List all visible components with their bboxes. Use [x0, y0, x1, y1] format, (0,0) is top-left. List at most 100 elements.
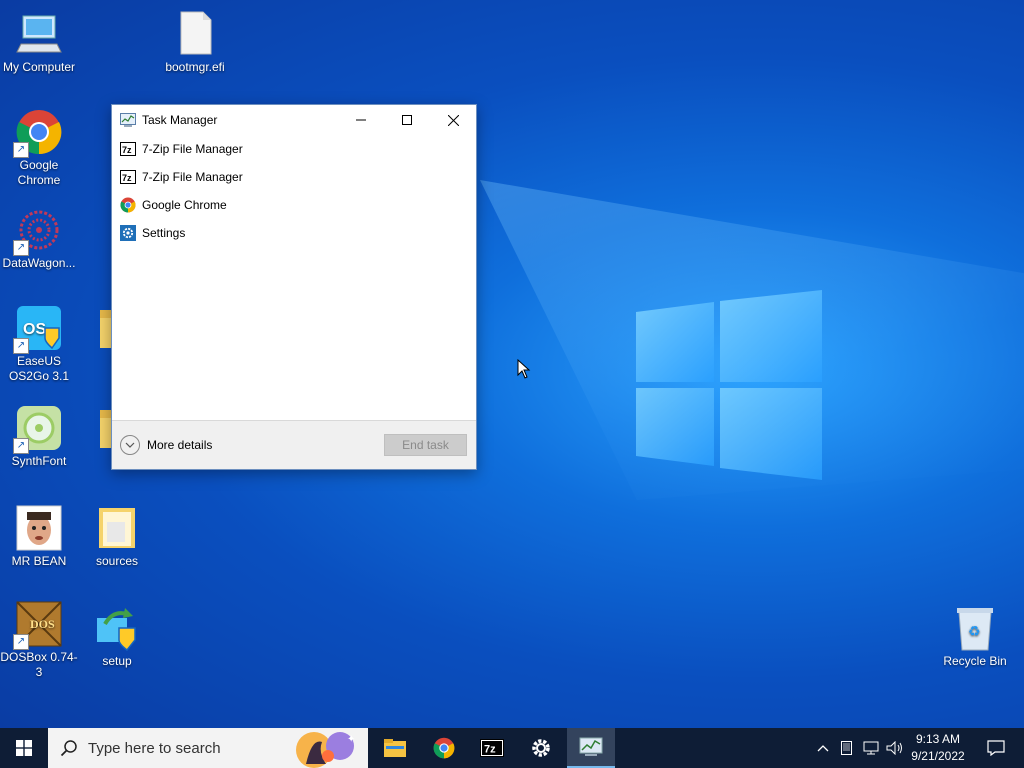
- settings-icon: [532, 739, 550, 757]
- desktop-icon-recycle-bin[interactable]: ♻ Recycle Bin: [936, 604, 1014, 669]
- end-task-button[interactable]: End task: [384, 434, 467, 456]
- svg-text:DOS: DOS: [30, 617, 55, 631]
- datawagon-icon: ↗: [13, 206, 63, 256]
- chevron-up-icon: [817, 745, 829, 752]
- desktop-icon-datawagon[interactable]: ↗ DataWagon...: [0, 206, 78, 271]
- shortcut-arrow-icon: ↗: [13, 438, 29, 454]
- taskbar-task-manager[interactable]: [567, 728, 615, 768]
- 7zip-icon: 7z: [480, 739, 504, 757]
- file-icon: [171, 10, 219, 58]
- desktop-icon-bootmgr[interactable]: bootmgr.efi: [156, 10, 234, 75]
- app-row-google-chrome[interactable]: Google Chrome: [112, 191, 476, 219]
- recycle-bin-icon: ♻: [951, 604, 999, 652]
- close-icon: [447, 114, 459, 126]
- icon-label: Recycle Bin: [943, 654, 1007, 668]
- maximize-icon: [402, 115, 412, 125]
- network-icon: [863, 741, 879, 755]
- maximize-button[interactable]: [384, 105, 430, 135]
- show-hidden-icons-button[interactable]: [812, 728, 834, 768]
- more-details-toggle[interactable]: More details: [120, 435, 212, 455]
- device-icon: [840, 741, 852, 755]
- app-label: 7-Zip File Manager: [142, 142, 243, 156]
- computer-icon: [15, 10, 63, 58]
- title-bar[interactable]: Task Manager: [112, 105, 476, 135]
- minimize-button[interactable]: [338, 105, 384, 135]
- svg-text:7z: 7z: [122, 145, 132, 155]
- dosbox-icon: DOS ↗: [13, 600, 63, 650]
- icon-label: MR BEAN: [11, 554, 67, 568]
- network-button[interactable]: [860, 728, 882, 768]
- icon-label: DataWagon...: [2, 256, 76, 270]
- desktop-icon-my-computer[interactable]: My Computer: [0, 10, 78, 75]
- clock-time: 9:13 AM: [915, 732, 961, 746]
- icon-label: DOSBox 0.74-3: [0, 650, 78, 679]
- close-button[interactable]: [430, 105, 476, 135]
- synthfont-icon: ↗: [13, 404, 63, 454]
- desktop-icon-easeus[interactable]: OS ↗ EaseUS OS2Go 3.1: [0, 304, 78, 384]
- app-label: 7-Zip File Manager: [142, 170, 243, 184]
- setup-icon: [93, 604, 141, 652]
- task-manager-window[interactable]: Task Manager 7z 7-Zip File Manager 7z 7-…: [111, 104, 477, 470]
- icon-label: bootmgr.efi: [165, 60, 225, 74]
- icon-label: EaseUS OS2Go 3.1: [8, 354, 70, 383]
- file-explorer-icon: [384, 739, 406, 757]
- shortcut-arrow-icon: ↗: [13, 240, 29, 256]
- desktop-icon-setup[interactable]: setup: [78, 604, 156, 669]
- desktop-icon-mr-bean[interactable]: MR BEAN: [0, 504, 78, 569]
- volume-button[interactable]: [884, 728, 906, 768]
- app-label: Settings: [142, 226, 186, 240]
- more-details-label: More details: [147, 438, 213, 452]
- search-icon: [60, 740, 77, 757]
- easeus-icon: OS ↗: [13, 304, 63, 354]
- chevron-down-icon: [120, 435, 140, 455]
- search-box[interactable]: Type here to search ✦: [48, 728, 368, 768]
- chrome-icon: [433, 737, 455, 759]
- chrome-icon: [120, 197, 136, 213]
- app-row-settings[interactable]: Settings: [112, 219, 476, 247]
- 7zip-icon: 7z: [120, 169, 136, 185]
- app-list: 7z 7-Zip File Manager 7z 7-Zip File Mana…: [112, 135, 476, 247]
- taskbar: Type here to search ✦ 7z 9:13 AM 9/21/20…: [0, 728, 1024, 768]
- action-center-button[interactable]: [976, 728, 1016, 768]
- notification-icon: [987, 740, 1005, 756]
- windows-start-icon: [16, 740, 32, 756]
- mouse-cursor-icon: [517, 359, 531, 379]
- app-row-7zip[interactable]: 7z 7-Zip File Manager: [112, 135, 476, 163]
- task-manager-icon: [579, 737, 603, 756]
- search-highlight-image: ✦: [292, 728, 368, 768]
- start-button[interactable]: [0, 728, 48, 768]
- task-manager-icon: [120, 113, 136, 127]
- shortcut-arrow-icon: ↗: [13, 634, 29, 650]
- taskbar-settings[interactable]: [517, 728, 565, 768]
- taskbar-file-explorer[interactable]: [371, 728, 419, 768]
- clock-date: 9/21/2022: [911, 749, 965, 763]
- icon-label: My Computer: [2, 60, 76, 74]
- minimize-icon: [356, 119, 366, 121]
- icon-label: setup: [102, 654, 132, 668]
- clock[interactable]: 9:13 AM 9/21/2022: [906, 731, 970, 765]
- desktop-icon-google-chrome[interactable]: ↗ Google Chrome: [0, 108, 78, 188]
- icon-label: sources: [95, 554, 139, 568]
- app-row-7zip[interactable]: 7z 7-Zip File Manager: [112, 163, 476, 191]
- svg-text:7z: 7z: [122, 173, 132, 183]
- chrome-icon: ↗: [13, 108, 63, 158]
- taskbar-chrome[interactable]: [420, 728, 468, 768]
- svg-text:♻: ♻: [968, 623, 981, 639]
- shortcut-arrow-icon: ↗: [13, 338, 29, 354]
- desktop-icon-synthfont[interactable]: ↗ SynthFont: [0, 404, 78, 469]
- windows-logo-wallpaper: [636, 290, 822, 480]
- shortcut-arrow-icon: ↗: [13, 142, 29, 158]
- desktop-icon-dosbox[interactable]: DOS ↗ DOSBox 0.74-3: [0, 600, 78, 680]
- svg-text:✦: ✦: [347, 734, 355, 745]
- tray-device-button[interactable]: [836, 728, 856, 768]
- desktop-icon-sources[interactable]: sources: [78, 504, 156, 569]
- folder-icon: [93, 504, 141, 552]
- 7zip-icon: 7z: [120, 141, 136, 157]
- window-title: Task Manager: [142, 113, 218, 127]
- icon-label: SynthFont: [11, 454, 67, 468]
- search-placeholder: Type here to search: [88, 739, 221, 757]
- volume-icon: [886, 741, 902, 755]
- taskbar-7zip[interactable]: 7z: [468, 728, 516, 768]
- photo-icon: [15, 504, 63, 552]
- svg-text:OS: OS: [23, 321, 46, 338]
